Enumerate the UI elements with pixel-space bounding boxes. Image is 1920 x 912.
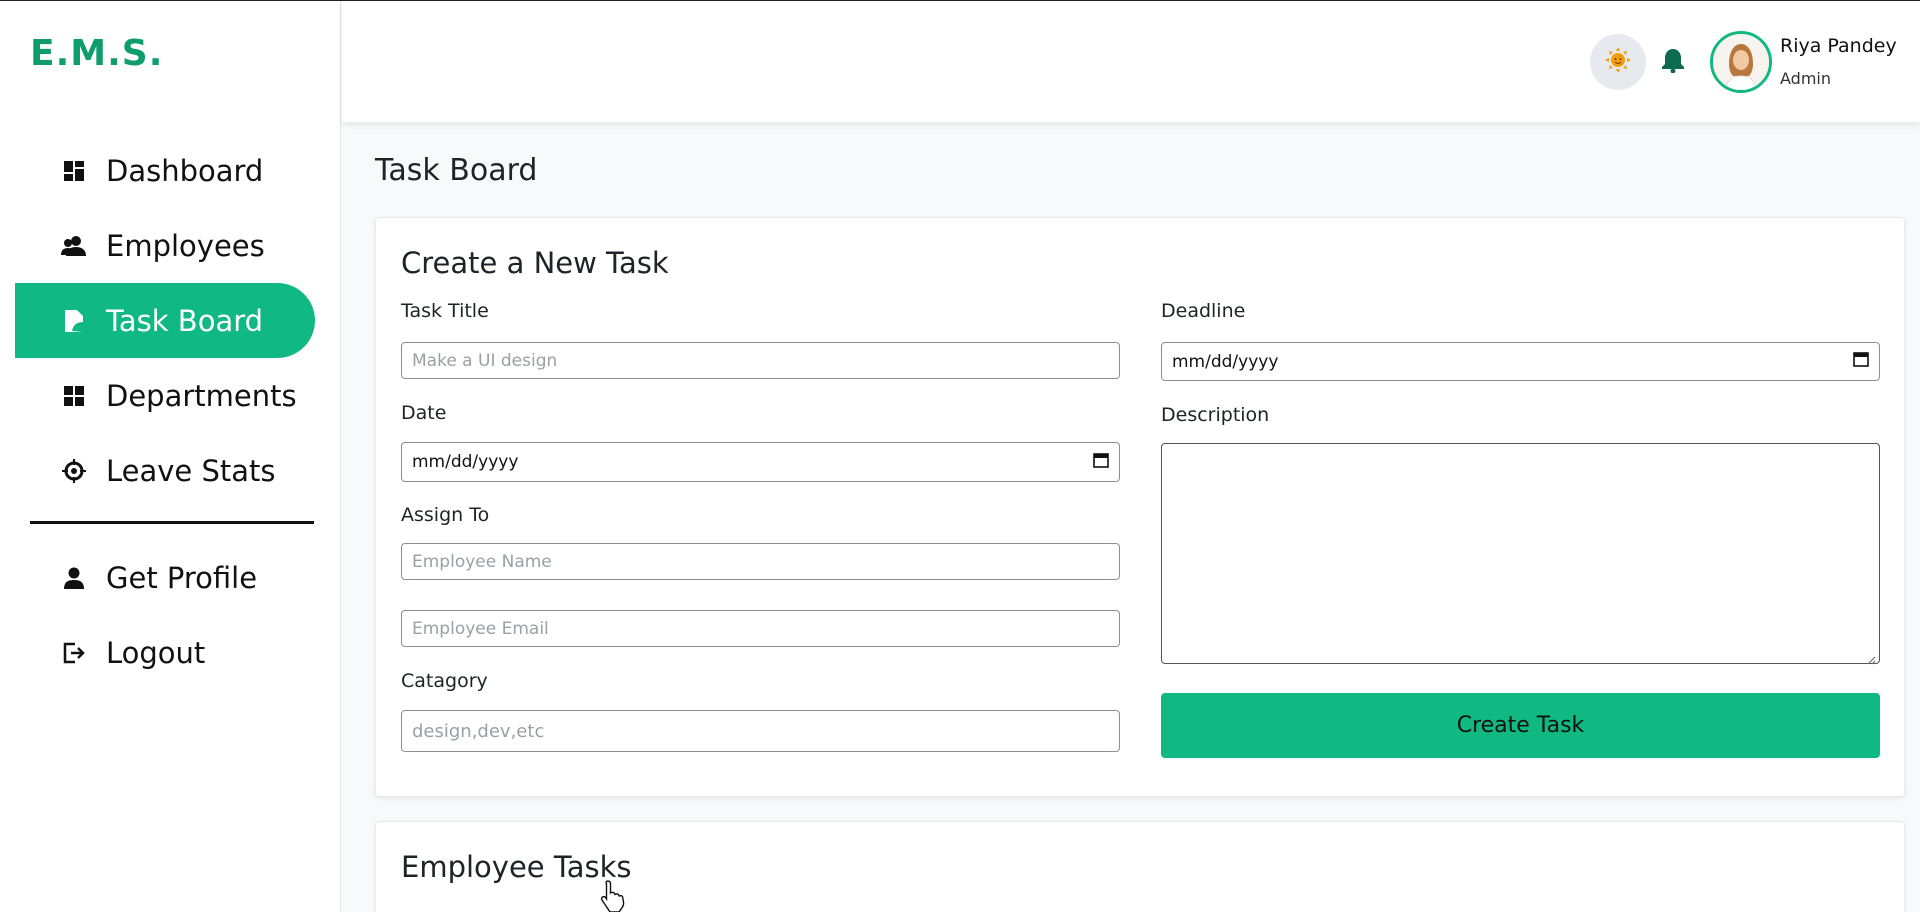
task-icon <box>60 307 88 335</box>
sidebar-item-task-board[interactable]: Task Board <box>15 283 315 358</box>
resize-handle-icon[interactable] <box>1866 650 1876 665</box>
users-icon <box>60 232 88 260</box>
sidebar: E.M.S. Dashboard Employees Task Board De… <box>0 1 341 912</box>
sidebar-item-get-profile[interactable]: Get Profile <box>15 540 315 615</box>
sidebar-item-label: Logout <box>106 635 206 670</box>
sidebar-item-logout[interactable]: Logout <box>15 615 315 690</box>
logout-icon <box>60 639 88 667</box>
hand-cursor-icon <box>600 879 628 912</box>
theme-toggle-button[interactable] <box>1590 34 1646 90</box>
deadline-value: mm/dd/yyyy <box>1172 351 1279 372</box>
sidebar-item-label: Get Profile <box>106 560 258 595</box>
employee-name-input[interactable]: Employee Name <box>401 543 1120 580</box>
user-name: Riya Pandey <box>1780 35 1897 57</box>
sidebar-divider <box>30 521 314 524</box>
crosshair-icon <box>60 457 88 485</box>
sidebar-item-leave-stats[interactable]: Leave Stats <box>15 433 315 508</box>
employee-email-placeholder: Employee Email <box>412 618 549 639</box>
sidebar-item-departments[interactable]: Departments <box>15 358 315 433</box>
sun-icon <box>1605 47 1631 77</box>
notifications-button[interactable] <box>1658 47 1688 77</box>
employee-tasks-title: Employee Tasks <box>401 850 632 884</box>
user-role: Admin <box>1780 69 1831 88</box>
task-title-placeholder: Make a UI design <box>412 350 558 371</box>
app-logo[interactable]: E.M.S. <box>30 33 163 74</box>
user-icon <box>60 564 88 592</box>
grid-icon <box>60 382 88 410</box>
employee-email-input[interactable]: Employee Email <box>401 610 1120 647</box>
task-title-label: Task Title <box>401 300 489 322</box>
task-title-input[interactable]: Make a UI design <box>401 342 1120 379</box>
deadline-label: Deadline <box>1161 300 1246 322</box>
sidebar-item-dashboard[interactable]: Dashboard <box>15 133 315 208</box>
top-header: Riya Pandey Admin <box>342 1 1920 122</box>
sidebar-item-label: Leave Stats <box>106 453 276 488</box>
description-textarea[interactable] <box>1161 443 1880 665</box>
sidebar-item-label: Task Board <box>106 303 264 338</box>
create-task-card: Create a New Task Task Title Make a UI d… <box>375 217 1905 797</box>
calendar-icon[interactable] <box>1093 452 1109 473</box>
bell-icon <box>1661 47 1685 77</box>
employee-name-placeholder: Employee Name <box>412 551 552 572</box>
sidebar-item-label: Dashboard <box>106 153 264 188</box>
sidebar-item-employees[interactable]: Employees <box>15 208 315 283</box>
date-input[interactable]: mm/dd/yyyy <box>401 442 1120 482</box>
assign-to-label: Assign To <box>401 504 490 526</box>
dashboard-icon <box>60 157 88 185</box>
description-label: Description <box>1161 404 1270 426</box>
form-title: Create a New Task <box>401 246 669 280</box>
create-task-button[interactable]: Create Task <box>1161 693 1880 758</box>
sidebar-item-label: Departments <box>106 378 297 413</box>
avatar[interactable] <box>1710 31 1772 93</box>
sidebar-item-label: Employees <box>106 228 265 263</box>
date-value: mm/dd/yyyy <box>412 452 519 472</box>
category-placeholder: design,dev,etc <box>412 720 545 742</box>
page-title: Task Board <box>375 153 538 188</box>
category-label: Catagory <box>401 670 488 692</box>
deadline-input[interactable]: mm/dd/yyyy <box>1161 342 1880 381</box>
date-label: Date <box>401 402 447 424</box>
calendar-icon[interactable] <box>1853 351 1869 372</box>
category-input[interactable]: design,dev,etc <box>401 710 1120 752</box>
